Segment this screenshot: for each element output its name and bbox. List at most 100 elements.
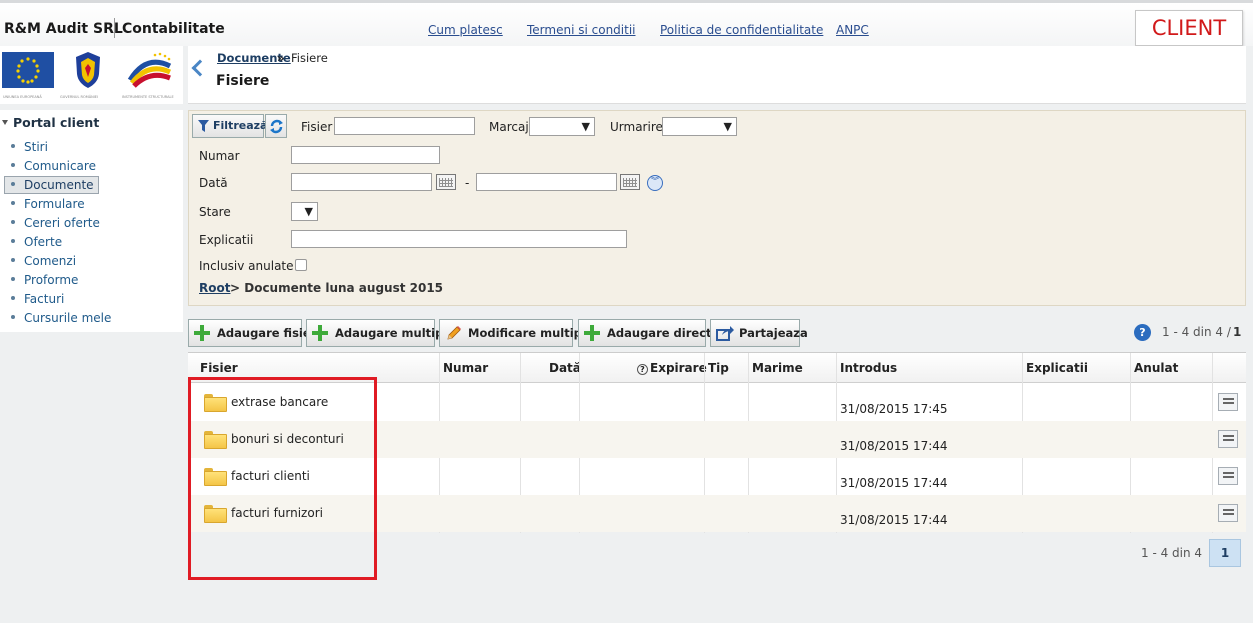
top-header: R&M Audit SRL Contabilitate Cum platesc …	[0, 0, 1253, 46]
col-marime[interactable]: Marime	[752, 361, 803, 375]
edit-multiple-button[interactable]: Modificare multipla	[439, 319, 594, 347]
sidebar-item-cursurile-mele[interactable]: Cursurile mele	[11, 311, 111, 325]
urmarire-select[interactable]: ▼	[662, 117, 737, 136]
logo-strip: UNIUNEA EUROPEANĂ GUVERNUL ROMÂNIEI INST…	[0, 46, 183, 104]
explicatii-input[interactable]	[291, 230, 627, 248]
app-name: Contabilitate	[122, 21, 225, 37]
col-data[interactable]: Dată	[549, 361, 581, 375]
add-multiple-button[interactable]: Adaugare multipla	[306, 319, 455, 347]
link-politica[interactable]: Politica de confidentialitate	[660, 23, 823, 37]
calendar-icon[interactable]	[620, 174, 640, 190]
path-current: > Documente luna august 2015	[230, 281, 444, 295]
sidebar-item-comenzi[interactable]: Comenzi	[11, 254, 76, 268]
sidebar-item-formulare[interactable]: Formulare	[11, 197, 85, 211]
inclusiv-anulate-checkbox[interactable]	[295, 259, 307, 271]
sidebar-item-stiri[interactable]: Stiri	[11, 140, 48, 154]
marcaj-label: Marcaj	[489, 120, 529, 134]
plus-icon	[312, 325, 328, 341]
pager-current-page[interactable]: 1	[1233, 325, 1241, 339]
introdus-date: 31/08/2015 17:44	[840, 476, 948, 490]
structural-instruments-icon	[127, 52, 172, 88]
link-termeni[interactable]: Termeni si conditii	[527, 23, 636, 37]
client-badge[interactable]: CLIENT	[1135, 10, 1243, 46]
col-introdus[interactable]: Introdus	[840, 361, 897, 375]
col-numar[interactable]: Numar	[443, 361, 488, 375]
stare-select[interactable]: ▼	[291, 202, 318, 221]
marcaj-select[interactable]: ▼	[529, 117, 595, 136]
share-button[interactable]: Partajeaza	[710, 319, 808, 347]
refresh-button[interactable]	[265, 114, 287, 138]
pager-bottom-page-button[interactable]: 1	[1209, 539, 1241, 567]
help-icon[interactable]: ?	[1134, 324, 1151, 341]
data-label: Dată	[199, 176, 228, 190]
toolbar: Adaugare fisier Adaugare multipla Modifi…	[188, 318, 1246, 348]
plus-icon	[584, 325, 600, 341]
page-title: Fisiere	[216, 73, 270, 89]
bullet-icon	[11, 181, 15, 186]
filter-button[interactable]: Filtrează	[192, 114, 267, 138]
add-folder-button[interactable]: Adaugare director	[578, 319, 725, 347]
sidebar-item-documente[interactable]: Documente	[4, 176, 99, 194]
funnel-icon	[198, 120, 209, 132]
plus-icon	[194, 325, 210, 341]
col-anulat[interactable]: Anulat	[1134, 361, 1178, 375]
pager-bottom-summary: 1 - 4 din 4	[1141, 546, 1203, 560]
sidebar-item-oferte[interactable]: Oferte	[11, 235, 62, 249]
col-expirare[interactable]: ? Expirare	[637, 361, 707, 375]
link-anpc[interactable]: ANPC	[836, 23, 869, 37]
sidebar-item-comunicare[interactable]: Comunicare	[11, 159, 96, 173]
row-menu-icon[interactable]	[1218, 467, 1238, 485]
numar-label: Numar	[199, 149, 240, 163]
introdus-date: 31/08/2015 17:44	[840, 513, 948, 527]
breadcrumb-panel: Documente » Fisiere Fisiere	[188, 46, 1246, 104]
back-arrow-icon[interactable]	[191, 59, 209, 77]
sidebar: Portal client Stiri Comunicare Documente…	[0, 110, 183, 332]
romania-coat-of-arms-icon	[76, 52, 100, 88]
row-menu-icon[interactable]	[1218, 430, 1238, 448]
fisier-label: Fisier	[301, 120, 333, 134]
explicatii-label: Explicatii	[199, 233, 254, 247]
company-name: R&M Audit SRL	[4, 21, 123, 37]
stare-label: Stare	[199, 205, 231, 219]
date-to-input[interactable]	[476, 173, 617, 191]
fisier-input[interactable]	[334, 117, 475, 135]
share-icon	[716, 326, 734, 341]
date-from-input[interactable]	[291, 173, 432, 191]
bullet-icon	[11, 162, 15, 167]
link-cum-platesc[interactable]: Cum platesc	[428, 23, 503, 37]
collapse-triangle-icon[interactable]	[2, 120, 8, 125]
col-fisier[interactable]: Fisier	[200, 361, 238, 375]
date-separator: -	[465, 176, 470, 190]
row-menu-icon[interactable]	[1218, 393, 1238, 411]
logo-caption-is: INSTRUMENTE STRUCTURALE	[122, 95, 174, 99]
breadcrumb-separator: »	[277, 51, 285, 65]
col-tip[interactable]: Tip	[708, 361, 729, 375]
bullet-icon	[11, 314, 15, 319]
sidebar-item-facturi[interactable]: Facturi	[11, 292, 64, 306]
col-explicatii[interactable]: Explicatii	[1026, 361, 1088, 375]
bullet-icon	[11, 295, 15, 300]
expand-chevron-icon[interactable]: ︾	[647, 175, 663, 191]
filter-panel: Filtrează Fisier Marcaj ▼ Urmarire ▼ Num…	[188, 110, 1246, 306]
urmarire-label: Urmarire	[610, 120, 663, 134]
logo-caption-eu: UNIUNEA EUROPEANĂ	[3, 95, 42, 99]
bullet-icon	[11, 257, 15, 262]
sidebar-title: Portal client	[13, 115, 100, 130]
eu-flag-icon	[2, 52, 54, 88]
bullet-icon	[11, 238, 15, 243]
calendar-icon[interactable]	[436, 174, 456, 190]
bullet-icon	[11, 143, 15, 148]
info-icon: ?	[637, 364, 648, 375]
add-file-button[interactable]: Adaugare fisier	[188, 319, 316, 347]
row-menu-icon[interactable]	[1218, 504, 1238, 522]
refresh-icon	[270, 119, 283, 134]
sidebar-item-cereri-oferte[interactable]: Cereri oferte	[11, 216, 100, 230]
sidebar-item-proforme[interactable]: Proforme	[11, 273, 78, 287]
pager-summary: 1 - 4 din 4 /	[1162, 325, 1231, 339]
logo-caption-gov: GUVERNUL ROMÂNIEI	[60, 95, 99, 99]
bullet-icon	[11, 200, 15, 205]
path-root-link[interactable]: Root	[199, 281, 230, 295]
numar-input[interactable]	[291, 146, 440, 164]
header-separator	[114, 18, 115, 38]
bullet-icon	[11, 219, 15, 224]
